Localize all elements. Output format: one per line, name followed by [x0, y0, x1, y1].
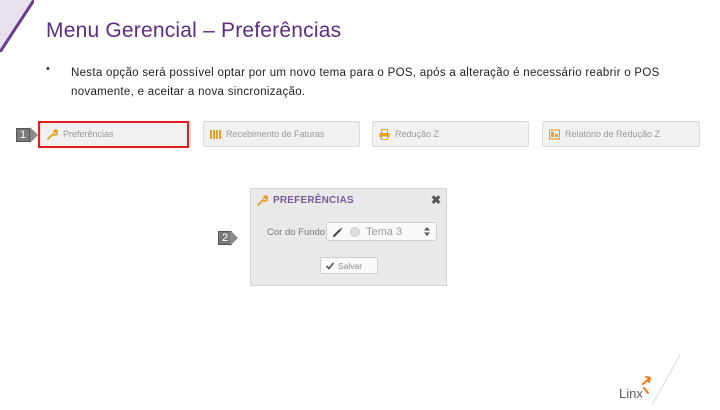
toolbar-button-reducao[interactable]: Redução Z — [372, 121, 529, 147]
dialog-header: PREFERÊNCIAS — [251, 189, 446, 211]
save-button[interactable]: Salvar — [320, 257, 378, 274]
theme-select[interactable]: Tema 3 — [326, 222, 437, 241]
background-color-label: Cor do Fundo: — [267, 227, 328, 238]
check-icon — [326, 261, 334, 270]
step-1-badge: 1 — [16, 128, 30, 142]
toolbar-button-label: Redução Z — [395, 129, 440, 139]
close-icon[interactable]: ✖ — [431, 194, 441, 206]
save-button-label: Salvar — [338, 260, 363, 271]
preferences-dialog: PREFERÊNCIAS ✖ Cor do Fundo: Tema 3 Salv… — [250, 188, 447, 286]
toolbar-button-label: Recebimento de Faturas — [226, 129, 325, 139]
bullet-text: Nesta opção será possível optar por um n… — [71, 67, 660, 98]
barcode-icon — [210, 129, 221, 140]
toolbar-button-recebimento[interactable]: Recebimento de Faturas — [203, 121, 360, 147]
toolbar-button-relatorio[interactable]: Relatório de Redução Z — [542, 121, 700, 147]
toolbar-button-label: Relatório de Redução Z — [565, 129, 661, 139]
wrench-icon — [257, 194, 268, 206]
page-title: Menu Gerencial – Preferências — [46, 19, 342, 42]
theme-select-value: Tema 3 — [366, 225, 403, 238]
bullet-marker: • — [46, 63, 50, 75]
corner-accent — [0, 0, 34, 52]
dialog-title: PREFERÊNCIAS — [273, 194, 354, 206]
step-2-arrow — [230, 230, 238, 246]
printer-icon — [379, 128, 390, 140]
linx-logo: Linx — [600, 354, 690, 406]
brush-icon — [333, 227, 343, 237]
select-arrows-icon — [424, 227, 430, 236]
svg-text:Linx: Linx — [619, 386, 643, 401]
radio-icon — [350, 226, 360, 237]
step-1-label: 1 — [19, 129, 27, 141]
highlight-box — [38, 121, 189, 148]
step-2-label: 2 — [221, 232, 229, 244]
report-icon — [549, 128, 560, 140]
